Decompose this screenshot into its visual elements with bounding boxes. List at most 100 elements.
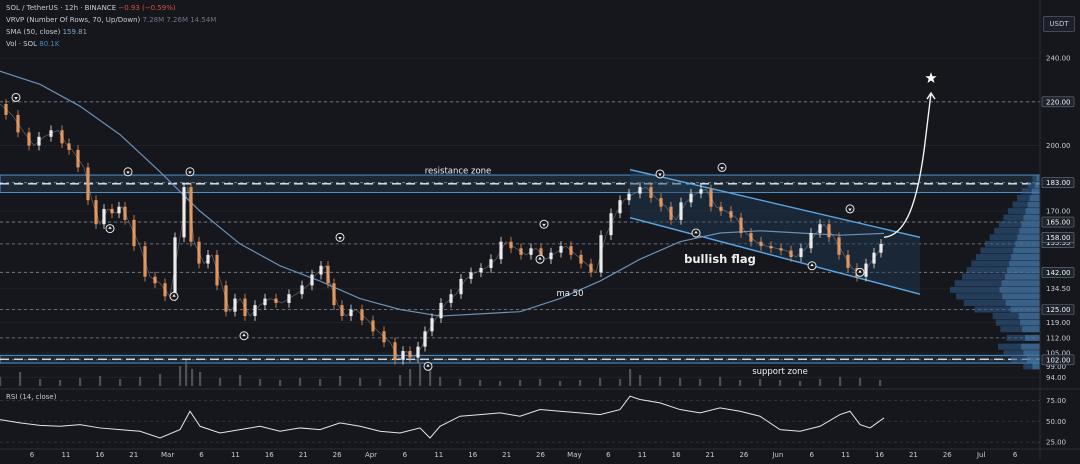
volume-value: 80.1K — [39, 40, 60, 48]
time-tick-label: 11 — [638, 451, 647, 459]
profile-bar-up — [1024, 334, 1040, 341]
profile-bar-up — [1019, 227, 1040, 234]
time-tick-label: Mar — [161, 451, 174, 459]
volume-bar — [185, 360, 188, 386]
time-tick-label: Jul — [976, 451, 986, 459]
time-tick-label: 6 — [809, 451, 814, 459]
chart-canvas: resistance zone support zone bullish flag m… — [0, 0, 1080, 460]
rsi-tick-label: 25.00 — [1046, 439, 1066, 447]
time-tick-label: 16 — [265, 451, 274, 459]
time-tick-label: 6 — [606, 451, 611, 459]
vrvp-values: 7.28M 7.26M 14.54M — [142, 16, 217, 24]
volume-bar — [639, 375, 642, 386]
volume-bar — [239, 375, 242, 386]
profile-bar-up — [1002, 293, 1040, 300]
profile-bar-up — [1013, 247, 1040, 254]
profile-bar-up — [1021, 343, 1040, 350]
profile-bar-up — [1020, 319, 1040, 326]
volume-bar — [459, 379, 462, 386]
vrvp-legend[interactable]: VRVP (Number Of Rows, 70, Up/Down) 7.28M… — [6, 16, 216, 24]
time-tick-label: 11 — [61, 451, 70, 459]
volume-bar — [39, 379, 42, 386]
price-tick-label: 112.00 — [1046, 334, 1071, 342]
volume-bar — [139, 377, 142, 386]
price-axis[interactable]: 94.0099.00105.00112.00119.00134.50170.00… — [1039, 0, 1080, 460]
price-tick-label: 200.00 — [1046, 142, 1071, 150]
profile-bar-up — [1034, 181, 1040, 188]
volume-bar — [299, 378, 302, 386]
price-tick-label: 94.00 — [1046, 374, 1066, 382]
volume-bar — [499, 381, 502, 386]
volume-bar — [759, 379, 762, 386]
volume-bar — [379, 379, 382, 386]
profile-bar-up — [1021, 221, 1040, 228]
time-tick-label: 16 — [95, 451, 104, 459]
price-level-tag-label: 125.00 — [1046, 306, 1071, 314]
volume-bar — [19, 372, 22, 386]
profile-bar-up — [1010, 306, 1040, 313]
volume-bar — [799, 381, 802, 386]
volume-bar — [879, 380, 882, 386]
volume-bar — [779, 380, 782, 386]
time-tick-label: Jun — [771, 451, 783, 459]
time-tick-label: 16 — [875, 451, 884, 459]
time-tick-label: 21 — [129, 451, 138, 459]
volume-label: Vol · SOL — [6, 40, 38, 48]
time-tick-label: 6 — [403, 451, 408, 459]
symbol-header: SOL / TetherUS · 12h · BINANCE −0.93 (−0… — [6, 4, 176, 12]
support-zone-annotation: support zone — [752, 367, 808, 377]
profile-bar-up — [999, 286, 1040, 293]
volume-bar — [559, 381, 562, 386]
profile-bar-up — [1023, 350, 1040, 357]
time-tick-label: 21 — [299, 451, 308, 459]
volume-bar — [479, 380, 482, 386]
volume-legend[interactable]: Vol · SOL 80.1K — [6, 40, 59, 48]
time-tick-label: 16 — [468, 451, 477, 459]
symbol-label: SOL / TetherUS · 12h · BINANCE — [6, 4, 117, 12]
volume-bar — [599, 378, 602, 386]
time-tick-label: 6 — [1013, 451, 1018, 459]
volume-bar — [409, 369, 412, 386]
volume-bar — [429, 368, 432, 386]
volume-bar — [439, 377, 442, 386]
volume-bar — [859, 378, 862, 386]
profile-bar-up — [1001, 280, 1040, 287]
sma-label: SMA (50, close) — [6, 28, 61, 36]
rsi-tick-label: 75.00 — [1046, 397, 1066, 405]
volume-bar — [699, 379, 702, 386]
time-tick-label: 21 — [706, 451, 715, 459]
price-level-tag-label: 142.00 — [1046, 269, 1071, 277]
ma-50-annotation: ma 50 — [556, 289, 583, 299]
volume-bar — [399, 375, 402, 386]
sma-legend[interactable]: SMA (50, close) 159.81 — [6, 28, 87, 36]
volume-bar — [619, 379, 622, 386]
volume-bar — [629, 369, 632, 386]
resistance-zone-annotation: resistance zone — [425, 167, 492, 177]
profile-bar-up — [1022, 326, 1040, 333]
time-tick-label: Apr — [365, 451, 377, 459]
volume-bar — [99, 376, 102, 386]
time-tick-label: 26 — [943, 451, 952, 459]
currency-selector[interactable]: USDT — [1043, 16, 1075, 32]
price-tick-label: 240.00 — [1046, 55, 1071, 63]
volume-bar — [539, 379, 542, 386]
volume-bar — [359, 378, 362, 386]
profile-bar-up — [1011, 253, 1040, 261]
profile-bar-up — [1007, 267, 1040, 274]
price-axis-bg — [1040, 0, 1080, 460]
time-tick-label: 16 — [672, 451, 681, 459]
time-tick-label: 21 — [502, 451, 511, 459]
rsi-tick-label: 50.00 — [1046, 418, 1066, 426]
volume-bar — [199, 372, 202, 386]
volume-bar — [679, 378, 682, 386]
price-level-tag-label: 102.00 — [1046, 356, 1071, 364]
profile-bar-up — [1032, 363, 1040, 370]
volume-bar — [739, 380, 742, 386]
time-tick-label: 6 — [30, 451, 35, 459]
volume-bar — [79, 378, 82, 386]
time-tick-label: 26 — [536, 451, 545, 459]
price-level-tag-label: 220.00 — [1046, 98, 1071, 106]
bullish-flag-annotation: bullish flag — [684, 252, 756, 266]
volume-bar — [839, 377, 842, 386]
price-tick-label: 119.00 — [1046, 319, 1071, 327]
